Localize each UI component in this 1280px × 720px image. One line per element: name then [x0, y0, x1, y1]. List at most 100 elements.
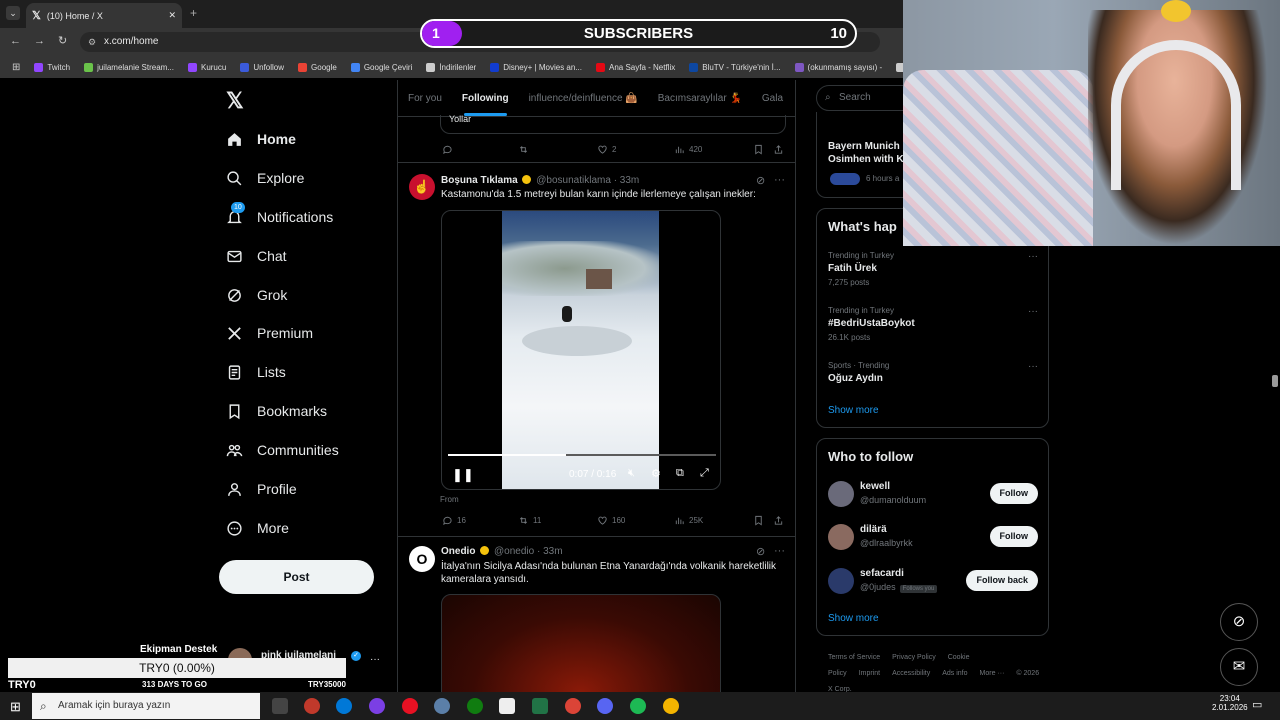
site-info-icon[interactable]: ⚙: [88, 32, 96, 52]
tweet-author-name[interactable]: Boşuna Tıklama: [441, 175, 518, 186]
video-player[interactable]: ❚❚ 0:07 / 0:16 🔇︎ ⚙ ⧉ ⤢: [441, 210, 721, 490]
notification-center-icon[interactable]: ▭: [1252, 698, 1262, 711]
avatar[interactable]: ☝: [409, 174, 435, 200]
tweet-media-image[interactable]: [441, 594, 721, 692]
more-icon[interactable]: ···: [1028, 361, 1038, 372]
timeline[interactable]: For you Following influence/deinfluence 👜 B…: [397, 80, 796, 692]
app-icon[interactable]: [369, 698, 385, 714]
grok-icon[interactable]: ⊘: [756, 545, 765, 558]
bookmark-item[interactable]: Twitch: [28, 62, 76, 72]
avatar[interactable]: [828, 568, 854, 594]
timeline-tab[interactable]: influence/deinfluence 👜: [519, 93, 648, 104]
timeline-tab[interactable]: For you: [398, 93, 452, 104]
pip-icon[interactable]: ⧉: [676, 467, 684, 480]
browser-tab[interactable]: 𝕏 (10) Home / X ✕: [26, 3, 182, 28]
bookmark-item[interactable]: Kurucu: [182, 62, 232, 72]
task-view-icon[interactable]: [272, 698, 288, 714]
app-icon[interactable]: [532, 698, 548, 714]
follow-suggestion[interactable]: kewell @dumanolduum Follow: [817, 479, 1048, 509]
close-icon[interactable]: ✕: [168, 10, 176, 21]
apps-icon[interactable]: ⊞: [6, 62, 26, 73]
forward-icon[interactable]: →: [34, 35, 45, 47]
nav-item-bookmarks[interactable]: Bookmarks: [226, 399, 327, 423]
x-logo-icon[interactable]: 𝕏: [226, 88, 244, 114]
mute-icon[interactable]: 🔇︎: [628, 467, 635, 480]
nav-item-grok[interactable]: Grok: [226, 283, 287, 307]
chrome-icon[interactable]: [663, 698, 679, 714]
chrome-icon[interactable]: [565, 698, 581, 714]
footer-link[interactable]: Ads info: [942, 670, 967, 677]
opera-icon[interactable]: [402, 698, 418, 714]
video-progress-track[interactable]: [448, 454, 716, 456]
nav-item-profile[interactable]: Profile: [226, 477, 297, 501]
nav-item-notifications[interactable]: 10 Notifications: [226, 201, 333, 229]
follow-button[interactable]: Follow: [989, 483, 1038, 504]
footer-link[interactable]: Privacy Policy: [892, 654, 936, 661]
bookmark-item[interactable]: Google Çeviri: [345, 62, 418, 72]
avatar[interactable]: [828, 481, 854, 507]
bookmark-icon[interactable]: [753, 515, 764, 526]
follow-suggestion[interactable]: sefacardi @0judes Follows you Follow back: [817, 566, 1048, 596]
discord-icon[interactable]: [597, 698, 613, 714]
more-icon[interactable]: ···: [774, 545, 785, 557]
trend-item[interactable]: Trending in Turkey Fatih Ürek 7,275 posts ·…: [828, 251, 1038, 299]
show-more-link[interactable]: Show more: [828, 613, 879, 624]
more-icon[interactable]: ···: [1028, 306, 1038, 317]
tweet-time[interactable]: · 33m: [537, 546, 563, 557]
views-stat[interactable]: 25K: [674, 515, 703, 526]
post-button[interactable]: Post: [219, 560, 374, 594]
nav-item-communities[interactable]: Communities: [226, 438, 339, 462]
grok-icon[interactable]: ⊘: [1220, 603, 1258, 641]
follow-name[interactable]: kewell: [860, 481, 890, 492]
spotify-icon[interactable]: [630, 698, 646, 714]
nav-item-explore[interactable]: Explore: [226, 166, 304, 190]
footer-link[interactable]: More ···: [980, 670, 1005, 677]
follow-suggestion[interactable]: dilärä @dlraalbyrkk Follow: [817, 522, 1048, 552]
show-more-link[interactable]: Show more: [828, 405, 879, 416]
bookmark-item[interactable]: juilamelanie Stream...: [78, 62, 180, 72]
nav-item-more[interactable]: More: [226, 516, 289, 540]
grok-icon[interactable]: ⊘: [756, 174, 765, 187]
tweet-handle[interactable]: @onedio: [494, 546, 534, 557]
avatar[interactable]: O: [409, 546, 435, 572]
tweet-author-name[interactable]: Onedio: [441, 546, 475, 557]
bookmark-item[interactable]: Ana Sayfa - Netflix: [590, 62, 681, 72]
reply-icon[interactable]: [442, 144, 453, 155]
views-stat[interactable]: 420: [674, 144, 702, 155]
trend-item[interactable]: Trending in Turkey #BedriUstaBoykot 26.1K …: [828, 306, 1038, 354]
new-tab-icon[interactable]: +: [190, 6, 197, 20]
bookmark-item[interactable]: (okunmamış sayısı) -: [789, 62, 889, 72]
settings-icon[interactable]: ⚙: [651, 467, 661, 480]
bookmark-item[interactable]: BluTV - Türkiye'nin İ...: [683, 62, 786, 72]
timeline-tab[interactable]: Gala: [752, 93, 793, 104]
xbox-icon[interactable]: [467, 698, 483, 714]
bookmark-item[interactable]: Disney+ | Movies an...: [484, 62, 588, 72]
nav-item-chat[interactable]: Chat: [226, 244, 287, 268]
follow-button[interactable]: Follow: [989, 526, 1038, 547]
footer-link[interactable]: Terms of Service: [828, 654, 880, 661]
pause-icon[interactable]: ❚❚: [452, 467, 474, 483]
share-icon[interactable]: [773, 144, 784, 155]
footer-link[interactable]: Imprint: [859, 670, 880, 677]
bookmark-item[interactable]: ju: [890, 62, 903, 72]
app-icon[interactable]: [499, 698, 515, 714]
fullscreen-icon[interactable]: ⤢: [700, 467, 709, 480]
edge-icon[interactable]: [336, 698, 352, 714]
bookmark-icon[interactable]: [753, 144, 764, 155]
nav-item-premium[interactable]: Premium: [226, 321, 313, 345]
like-stat[interactable]: 2: [597, 144, 616, 155]
follow-name[interactable]: sefacardi: [860, 568, 904, 579]
timeline-tab[interactable]: Bacımsaraylılar 💃: [648, 93, 752, 104]
account-more-icon[interactable]: ···: [370, 654, 380, 665]
reply-stat[interactable]: 16: [442, 515, 466, 526]
repost-stat[interactable]: 11: [518, 515, 541, 526]
tab-list-icon[interactable]: ⌄: [6, 6, 20, 20]
nav-item-lists[interactable]: Lists: [226, 360, 286, 384]
like-stat[interactable]: 160: [597, 515, 625, 526]
share-icon[interactable]: [773, 515, 784, 526]
scrollbar-thumb[interactable]: [1272, 375, 1278, 387]
clock[interactable]: 23:04 2.01.2026: [1212, 694, 1248, 712]
tweet-handle[interactable]: @bosunatiklama: [536, 175, 611, 186]
reload-icon[interactable]: ↻: [58, 34, 67, 47]
nav-item-home[interactable]: Home: [226, 127, 296, 151]
